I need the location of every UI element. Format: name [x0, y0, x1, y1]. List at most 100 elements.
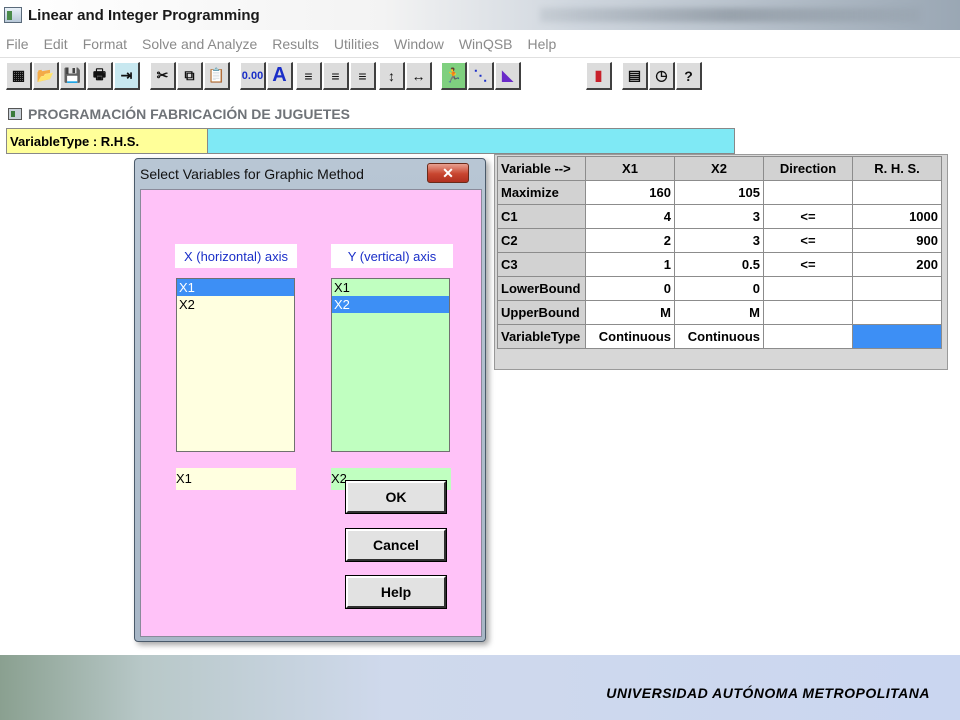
grid-header-direction: Direction [763, 156, 853, 181]
save-icon: 💾 [63, 67, 82, 83]
table-row: C2 2 3 <= 900 [497, 228, 942, 253]
cut-icon: ✂ [156, 67, 169, 83]
exit-button[interactable]: ⇥ [114, 62, 140, 90]
grid-cell[interactable]: 1000 [852, 204, 942, 229]
window-title: Linear and Integer Programming [28, 6, 260, 24]
align-right-button[interactable]: ≡ [350, 62, 376, 90]
print-button[interactable]: 🖶 [87, 62, 113, 90]
x-axis-listbox[interactable]: X1 X2 [176, 278, 295, 452]
menu-window[interactable]: Window [394, 36, 444, 52]
grid-cell[interactable]: 160 [585, 180, 675, 205]
align-right-icon: ≡ [358, 67, 367, 84]
menu-edit[interactable]: Edit [44, 36, 68, 52]
grid-cell-selected[interactable] [852, 324, 942, 349]
bar-chart-icon: ▮ [594, 67, 603, 83]
align-center-icon: ≡ [331, 67, 340, 84]
grid-cell[interactable]: Continuous [585, 324, 675, 349]
row-height-button[interactable]: ↕ [379, 62, 405, 90]
number-format-icon: 0.00 [241, 69, 264, 82]
grid-cell[interactable]: Continuous [674, 324, 764, 349]
cell-entry-input[interactable] [208, 129, 734, 153]
calculator-button[interactable]: ▤ [622, 62, 648, 90]
grid-cell[interactable]: 0 [585, 276, 675, 301]
grid-cell[interactable]: M [674, 300, 764, 325]
solve-steps-icon: ⋱ [473, 67, 488, 83]
menu-results[interactable]: Results [272, 36, 319, 52]
grid-cell[interactable]: 0.5 [674, 252, 764, 277]
print-icon: 🖶 [92, 65, 107, 82]
grid-header-variable: Variable --> [497, 156, 586, 181]
table-row: LowerBound 0 0 [497, 276, 942, 301]
cut-button[interactable]: ✂ [150, 62, 176, 90]
grid-cell[interactable]: 3 [674, 228, 764, 253]
save-button[interactable]: 💾 [60, 62, 86, 90]
row-header: C2 [497, 228, 586, 253]
help-dialog-button[interactable]: Help [345, 575, 447, 609]
graphic-method-button[interactable]: ◣ [495, 62, 521, 90]
grid-cell[interactable]: <= [763, 204, 853, 229]
grid-cell[interactable]: 200 [852, 252, 942, 277]
grid-cell[interactable] [763, 324, 853, 349]
grid-header-x1: X1 [585, 156, 675, 181]
cancel-button[interactable]: Cancel [345, 528, 447, 562]
menu-solve-and-analyze[interactable]: Solve and Analyze [142, 36, 257, 52]
grid-cell[interactable]: 105 [674, 180, 764, 205]
menu-file[interactable]: File [6, 36, 29, 52]
menu-help[interactable]: Help [528, 36, 557, 52]
solve-button[interactable]: 🏃 [441, 62, 467, 90]
column-width-icon: ↔ [411, 67, 426, 84]
list-item[interactable]: X1 [332, 279, 449, 296]
list-item[interactable]: X2 [177, 296, 294, 313]
clock-button[interactable]: ◷ [649, 62, 675, 90]
align-left-icon: ≡ [304, 67, 313, 84]
new-problem-icon: ▦ [11, 67, 26, 83]
grid-cell[interactable]: 2 [585, 228, 675, 253]
bar-chart-button[interactable]: ▮ [586, 62, 612, 90]
grid-cell[interactable] [763, 180, 853, 205]
grid-header-row: Variable --> X1 X2 Direction R. H. S. [497, 156, 942, 181]
list-item[interactable]: X2 [332, 296, 449, 313]
footer-banner: UNIVERSIDAD AUTÓNOMA METROPOLITANA [0, 655, 960, 720]
grid-cell[interactable]: 4 [585, 204, 675, 229]
align-center-button[interactable]: ≡ [323, 62, 349, 90]
menu-winqsb[interactable]: WinQSB [459, 36, 513, 52]
paste-button[interactable]: 📋 [204, 62, 230, 90]
number-format-button[interactable]: 0.00 [240, 62, 266, 90]
app-icon [4, 7, 22, 23]
new-problem-button[interactable]: ▦ [6, 62, 32, 90]
open-file-button[interactable]: 📂 [33, 62, 59, 90]
grid-cell[interactable]: 900 [852, 228, 942, 253]
grid-cell[interactable]: 0 [674, 276, 764, 301]
document-icon [8, 108, 22, 120]
menu-utilities[interactable]: Utilities [334, 36, 379, 52]
dialog-close-button[interactable]: ✕ [427, 163, 469, 183]
open-file-icon: 📂 [36, 67, 55, 83]
y-axis-listbox[interactable]: X1 X2 [331, 278, 450, 452]
grid-cell[interactable]: 3 [674, 204, 764, 229]
grid-cell[interactable]: M [585, 300, 675, 325]
grid-cell[interactable] [763, 300, 853, 325]
solve-steps-button[interactable]: ⋱ [468, 62, 494, 90]
help-icon: ? [684, 67, 693, 84]
grid-cell[interactable] [852, 300, 942, 325]
font-button[interactable]: A [267, 62, 293, 90]
clock-icon: ◷ [655, 67, 668, 83]
grid-cell[interactable]: 1 [585, 252, 675, 277]
copy-button[interactable]: ⧉ [177, 62, 203, 90]
row-header: C1 [497, 204, 586, 229]
help-button[interactable]: ? [676, 62, 702, 90]
x-axis-selected-value: X1 [176, 468, 296, 490]
list-item[interactable]: X1 [177, 279, 294, 296]
grid-cell[interactable]: <= [763, 228, 853, 253]
align-left-button[interactable]: ≡ [296, 62, 322, 90]
grid-cell[interactable] [852, 180, 942, 205]
grid-cell[interactable]: <= [763, 252, 853, 277]
grid-header-rhs: R. H. S. [852, 156, 942, 181]
grid-cell[interactable] [763, 276, 853, 301]
cell-entry-bar: VariableType : R.H.S. [6, 128, 735, 154]
ok-button[interactable]: OK [345, 480, 447, 514]
window-title-bar: Linear and Integer Programming [0, 0, 960, 30]
menu-format[interactable]: Format [83, 36, 127, 52]
column-width-button[interactable]: ↔ [406, 62, 432, 90]
grid-cell[interactable] [852, 276, 942, 301]
